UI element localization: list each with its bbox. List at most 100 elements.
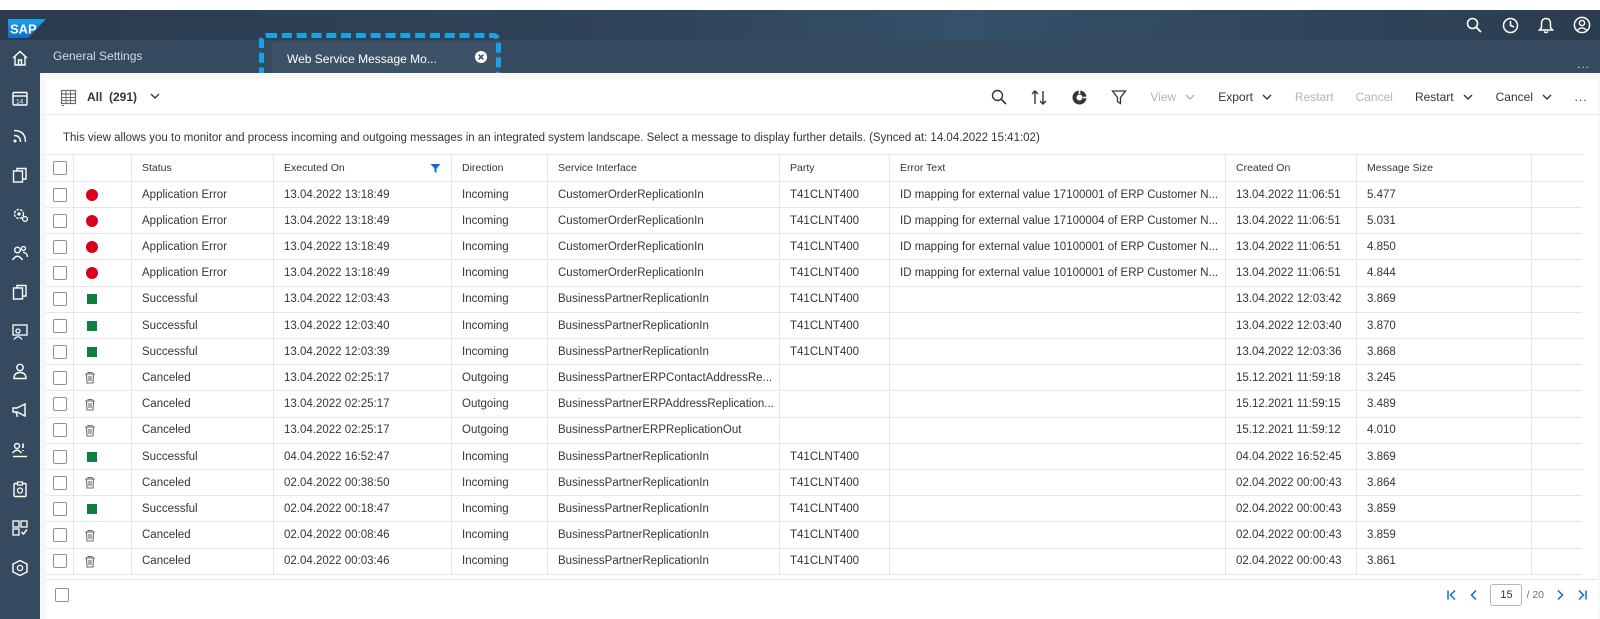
row-checkbox[interactable] [53, 187, 67, 202]
column-header-party[interactable]: Party [780, 155, 890, 181]
restart-button[interactable]: Restart [1404, 79, 1485, 115]
product-icon[interactable] [10, 518, 30, 538]
home-icon[interactable] [10, 48, 30, 68]
main-content: All (291) View Export Restart Cancel Res… [40, 73, 1600, 619]
service-interface-cell: BusinessPartnerReplicationIn [548, 286, 780, 312]
footer-checkbox[interactable] [55, 588, 69, 602]
table-row[interactable]: Application Error 13.04.2022 13:18:49 Inco… [46, 260, 1582, 287]
column-header-error-text[interactable]: Error Text [890, 155, 1226, 181]
row-checkbox[interactable] [53, 501, 67, 516]
approval-icon[interactable] [10, 440, 30, 460]
copy-icon[interactable] [10, 165, 30, 185]
table-row[interactable]: Successful 13.04.2022 12:03:40 Incoming Bus… [46, 313, 1582, 339]
direction-cell: Incoming [452, 496, 548, 522]
service-interface-cell: BusinessPartnerReplicationIn [548, 548, 780, 574]
search-icon[interactable] [979, 79, 1019, 115]
table-row[interactable]: Application Error 13.04.2022 13:18:49 Inco… [46, 208, 1582, 235]
chevron-down-icon[interactable] [149, 90, 161, 102]
party-cell [780, 391, 890, 417]
table-row[interactable]: Canceled 13.04.2022 02:25:17 Outgoing Busin… [46, 417, 1582, 444]
party-cell: T41CLNT400 [780, 548, 890, 574]
error-text-cell [890, 417, 1226, 443]
table-row[interactable]: Canceled 02.04.2022 00:08:46 Incoming Busin… [46, 522, 1582, 549]
sort-icon[interactable] [1019, 79, 1059, 115]
created-on-cell: 15.12.2021 11:59:15 [1226, 391, 1357, 417]
column-header-message-size[interactable]: Message Size [1357, 155, 1532, 181]
calendar-icon[interactable]: 14 [10, 88, 30, 108]
view-title[interactable]: All (291) [87, 90, 137, 104]
table-row[interactable]: Successful 13.04.2022 12:03:43 Incoming Bus… [46, 286, 1582, 313]
gear-cluster-icon[interactable] [10, 204, 30, 224]
feed-icon[interactable] [10, 126, 30, 146]
column-header-created-on[interactable]: Created On [1226, 155, 1357, 181]
direction-cell: Outgoing [452, 391, 548, 417]
history-icon[interactable] [1492, 10, 1528, 40]
previous-page-icon[interactable] [1468, 589, 1480, 601]
table-row[interactable]: Canceled 02.04.2022 00:38:50 Incoming Busin… [46, 470, 1582, 497]
last-page-icon[interactable] [1576, 589, 1588, 601]
export-button[interactable]: Export [1207, 79, 1284, 115]
tab-overflow-button[interactable]: ... [1577, 57, 1590, 71]
row-checkbox[interactable] [53, 266, 67, 281]
cancel-button[interactable]: Cancel [1485, 79, 1564, 115]
settings-icon[interactable] [1059, 79, 1099, 115]
table-row[interactable]: Canceled 13.04.2022 02:25:17 Outgoing Busin… [46, 391, 1582, 418]
status-icon-cell [74, 496, 132, 522]
view-button[interactable]: View [1139, 79, 1207, 115]
row-checkbox[interactable] [53, 449, 67, 464]
status-cell: Canceled [132, 391, 274, 417]
table-row[interactable]: Successful 04.04.2022 16:52:47 Incoming Bus… [46, 444, 1582, 470]
team-icon[interactable] [10, 322, 30, 342]
clipboard-icon[interactable] [10, 479, 30, 499]
column-header-status[interactable]: Status [132, 155, 274, 181]
next-page-icon[interactable] [1554, 589, 1566, 601]
row-checkbox[interactable] [53, 475, 67, 490]
column-header-service-interface[interactable]: Service Interface [548, 155, 780, 181]
row-checkbox[interactable] [53, 213, 67, 228]
service-interface-cell: BusinessPartnerReplicationIn [548, 522, 780, 548]
filter-icon[interactable] [1099, 79, 1139, 115]
select-cell [46, 208, 74, 234]
row-checkbox[interactable] [53, 397, 67, 412]
column-header-direction[interactable]: Direction [452, 155, 548, 181]
table-row[interactable]: Successful 02.04.2022 00:18:47 Incoming Bus… [46, 496, 1582, 523]
row-checkbox[interactable] [53, 344, 67, 359]
toolbar-overflow-button[interactable]: ... [1564, 90, 1598, 104]
person-icon[interactable] [10, 361, 30, 381]
party-cell: T41CLNT400 [780, 260, 890, 286]
direction-cell: Incoming [452, 208, 548, 234]
documents-icon[interactable] [10, 282, 30, 302]
column-header-executed-on[interactable]: Executed On [274, 155, 452, 181]
status-cell: Canceled [132, 365, 274, 391]
party-cell [780, 417, 890, 443]
select-all-checkbox[interactable] [53, 161, 67, 175]
row-checkbox[interactable] [53, 318, 67, 333]
direction-cell: Incoming [452, 339, 548, 365]
row-checkbox[interactable] [53, 423, 67, 438]
people-icon[interactable] [10, 243, 30, 263]
row-checkbox[interactable] [53, 292, 67, 307]
table-row[interactable]: Canceled 02.04.2022 00:03:46 Incoming Busin… [46, 548, 1582, 575]
search-icon[interactable] [1456, 10, 1492, 40]
row-checkbox[interactable] [53, 554, 67, 569]
shield-icon[interactable] [10, 558, 30, 578]
row-checkbox[interactable] [53, 239, 67, 254]
row-checkbox[interactable] [53, 528, 67, 543]
direction-cell: Incoming [452, 313, 548, 338]
page-number-input[interactable] [1490, 584, 1523, 606]
message-size-cell: 3.859 [1357, 522, 1532, 548]
table-row[interactable]: Application Error 13.04.2022 13:18:49 Inco… [46, 234, 1582, 261]
megaphone-icon[interactable] [10, 400, 30, 420]
trash-icon [85, 529, 95, 542]
tab-general-settings[interactable]: General Settings [53, 49, 142, 63]
user-icon[interactable] [1564, 10, 1600, 40]
sap-logo[interactable]: SAP [8, 19, 46, 38]
bell-icon[interactable] [1528, 10, 1564, 40]
table-row[interactable]: Canceled 13.04.2022 02:25:17 Outgoing Busin… [46, 365, 1582, 392]
row-checkbox[interactable] [53, 370, 67, 385]
table-row[interactable]: Application Error 13.04.2022 13:18:49 Inco… [46, 182, 1582, 208]
first-page-icon[interactable] [1446, 589, 1458, 601]
table-icon[interactable] [60, 89, 77, 106]
table-row[interactable]: Successful 13.04.2022 12:03:39 Incoming Bus… [46, 339, 1582, 366]
pagination: / 20 [1446, 584, 1588, 606]
